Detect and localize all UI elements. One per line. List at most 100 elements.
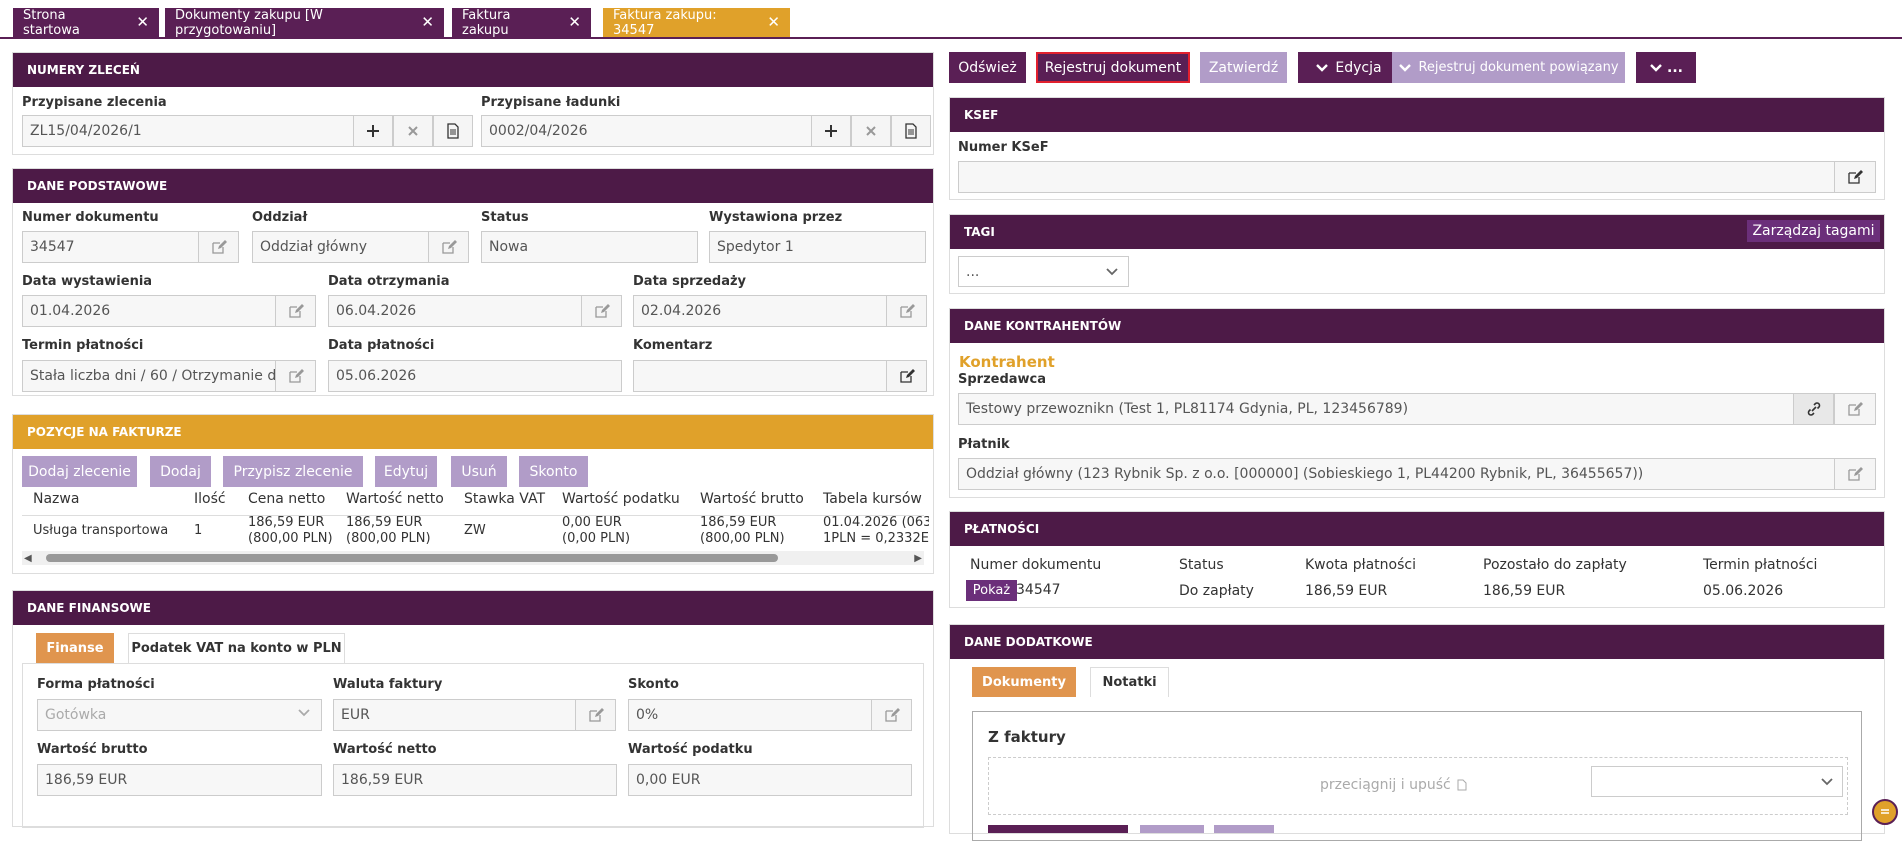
- document-zlecenie-icon[interactable]: [433, 115, 473, 147]
- chevron-down-icon: [1820, 774, 1834, 792]
- edit-ksef-icon[interactable]: [1834, 161, 1876, 193]
- tab-dokumenty-zakupu[interactable]: Dokumenty zakupu [W przygotowaniu] ✕: [165, 8, 444, 38]
- edit-sprzedawca-icon[interactable]: [1834, 393, 1876, 425]
- chat-icon[interactable]: [1872, 799, 1898, 825]
- zatwierdz-button[interactable]: Zatwierdź: [1200, 52, 1287, 83]
- more-label: ...: [1667, 59, 1683, 76]
- tagi-select[interactable]: ...: [958, 256, 1129, 287]
- edytuj-button[interactable]: Edytuj: [375, 456, 437, 487]
- zarzadzaj-tagami-button[interactable]: Zarządzaj tagami: [1747, 220, 1880, 242]
- panel-title: DANE DODATKOWE: [950, 625, 1884, 659]
- close-icon[interactable]: ✕: [136, 15, 149, 30]
- close-icon[interactable]: ✕: [568, 15, 581, 30]
- horizontal-scrollbar[interactable]: ◀ ▶: [22, 551, 924, 565]
- action-button[interactable]: [1140, 825, 1204, 833]
- add-zlecenie-icon[interactable]: [353, 115, 393, 147]
- scrollbar-thumb[interactable]: [46, 554, 778, 562]
- dane-kontrahentow-panel: DANE KONTRAHENTÓW Kontrahent Sprzedawca …: [949, 308, 1885, 498]
- cell-tabela-kursow-2: 1PLN = 0,2332EU: [823, 531, 929, 546]
- tab-faktura-zakupu[interactable]: Faktura zakupu ✕: [452, 8, 591, 38]
- cell-termin: 05.06.2026: [1703, 583, 1784, 599]
- usun-button[interactable]: Usuń: [451, 456, 507, 487]
- more-actions-button[interactable]: ...: [1636, 52, 1696, 83]
- forma-platnosci-select[interactable]: Gotówka: [37, 699, 322, 731]
- data-wystawienia-field[interactable]: 01.04.2026: [22, 295, 276, 327]
- edit-komentarz-icon[interactable]: [886, 360, 927, 392]
- cell-pozostalo: 186,59 EUR: [1483, 583, 1566, 599]
- tab-label: Faktura zakupu: 34547: [613, 7, 717, 38]
- scroll-left-icon[interactable]: ◀: [24, 553, 32, 564]
- document-ladunek-icon[interactable]: [891, 115, 931, 147]
- rejestruj-powiazany-label: Rejestruj dokument powiązany: [1418, 60, 1619, 75]
- data-otrzymania-label: Data otrzymania: [328, 274, 450, 289]
- edit-oddzial-icon[interactable]: [428, 231, 469, 263]
- scroll-right-icon[interactable]: ▶: [914, 553, 922, 564]
- oddzial-field[interactable]: Oddział główny: [252, 231, 429, 263]
- numer-ksef-field[interactable]: [958, 161, 1842, 193]
- przypisz-zlecenie-button[interactable]: Przypisz zlecenie: [223, 456, 363, 487]
- column-header: Status: [1179, 557, 1224, 573]
- pokaz-button[interactable]: Pokaż: [966, 580, 1017, 601]
- komentarz-label: Komentarz: [633, 338, 713, 353]
- zlecenia-field[interactable]: ZL15/04/2026/1: [22, 115, 365, 147]
- data-platnosci-field[interactable]: 05.06.2026: [328, 360, 622, 392]
- data-wystawienia-label: Data wystawienia: [22, 274, 153, 289]
- tab-podatek-vat[interactable]: Podatek VAT na konto w PLN: [128, 633, 345, 663]
- edit-termin-icon[interactable]: [275, 360, 316, 392]
- sprzedawca-field[interactable]: Testowy przewoznikn (Test 1, PL81174 Gdy…: [958, 393, 1800, 425]
- panel-title: KSEF: [950, 98, 1884, 132]
- skonto-button[interactable]: Skonto: [519, 456, 588, 487]
- edycja-label: Edycja: [1335, 59, 1382, 76]
- termin-platnosci-field[interactable]: Stała liczba dni / 60 / Otrzymanie dokum…: [22, 360, 276, 392]
- dodaj-button[interactable]: Dodaj: [150, 456, 211, 487]
- tab-finanse[interactable]: Finanse: [36, 633, 114, 663]
- rejestruj-dokument-button[interactable]: Rejestruj dokument: [1036, 52, 1190, 83]
- dodaj-zlecenie-button[interactable]: Dodaj zlecenie: [22, 456, 137, 487]
- edycja-button[interactable]: Edycja: [1298, 52, 1399, 83]
- tab-notatki[interactable]: Notatki: [1090, 667, 1169, 697]
- wartosc-podatku-field: 0,00 EUR: [628, 764, 912, 796]
- column-header: Termin płatności: [1703, 557, 1818, 573]
- skonto-field[interactable]: 0%: [628, 699, 872, 731]
- dane-finansowe-panel: DANE FINANSOWE Finanse Podatek VAT na ko…: [12, 590, 934, 828]
- add-ladunek-icon[interactable]: [811, 115, 851, 147]
- platnik-field[interactable]: Oddział główny (123 Rybnik Sp. z o.o. [0…: [958, 458, 1842, 490]
- edit-data-wystawienia-icon[interactable]: [275, 295, 316, 327]
- link-sprzedawca-icon[interactable]: [1793, 393, 1834, 425]
- cell-nazwa: Usługa transportowa: [33, 523, 169, 538]
- panel-title: PŁATNOŚCI: [950, 512, 1884, 546]
- tab-faktura-34547[interactable]: Faktura zakupu: 34547 ✕: [603, 7, 790, 38]
- remove-zlecenie-icon[interactable]: [393, 115, 433, 147]
- edit-data-otrzymania-icon[interactable]: [581, 295, 622, 327]
- action-button[interactable]: [1214, 825, 1274, 833]
- zlecenia-label: Przypisane zlecenia: [22, 95, 167, 110]
- remove-ladunek-icon[interactable]: [851, 115, 891, 147]
- tab-dokumenty[interactable]: Dokumenty: [972, 667, 1076, 697]
- column-header: Numer dokumentu: [970, 557, 1102, 573]
- edit-skonto-icon[interactable]: [871, 699, 912, 731]
- upload-button[interactable]: [988, 825, 1128, 833]
- dokument-type-select[interactable]: [1591, 766, 1843, 797]
- data-otrzymania-field[interactable]: 06.04.2026: [328, 295, 582, 327]
- close-icon[interactable]: ✕: [767, 15, 780, 30]
- odswiez-button[interactable]: Odśwież: [949, 52, 1026, 83]
- edit-data-sprzedazy-icon[interactable]: [886, 295, 927, 327]
- data-sprzedazy-field[interactable]: 02.04.2026: [633, 295, 887, 327]
- chevron-down-icon: [1399, 63, 1412, 72]
- rejestruj-powiazany-button[interactable]: Rejestruj dokument powiązany: [1392, 52, 1625, 83]
- cell-wartosc-brutto: 186,59 EUR: [700, 515, 777, 530]
- cell-cena-netto: 186,59 EUR: [248, 515, 325, 530]
- edit-platnik-icon[interactable]: [1834, 458, 1876, 490]
- wartosc-brutto-label: Wartość brutto: [37, 742, 148, 757]
- numer-dokumentu-label: Numer dokumentu: [22, 210, 159, 225]
- waluta-field[interactable]: EUR: [333, 699, 576, 731]
- close-icon[interactable]: ✕: [421, 15, 434, 30]
- termin-platnosci-label: Termin płatności: [22, 338, 144, 353]
- edit-numer-icon[interactable]: [198, 231, 239, 263]
- tab-strona-startowa[interactable]: Strona startowa ✕: [13, 8, 159, 38]
- column-header: Wartość podatku: [562, 491, 680, 507]
- ladunki-field[interactable]: 0002/04/2026: [481, 115, 824, 147]
- edit-waluta-icon[interactable]: [575, 699, 616, 731]
- numer-dokumentu-field[interactable]: 34547: [22, 231, 199, 263]
- komentarz-field[interactable]: [633, 360, 887, 392]
